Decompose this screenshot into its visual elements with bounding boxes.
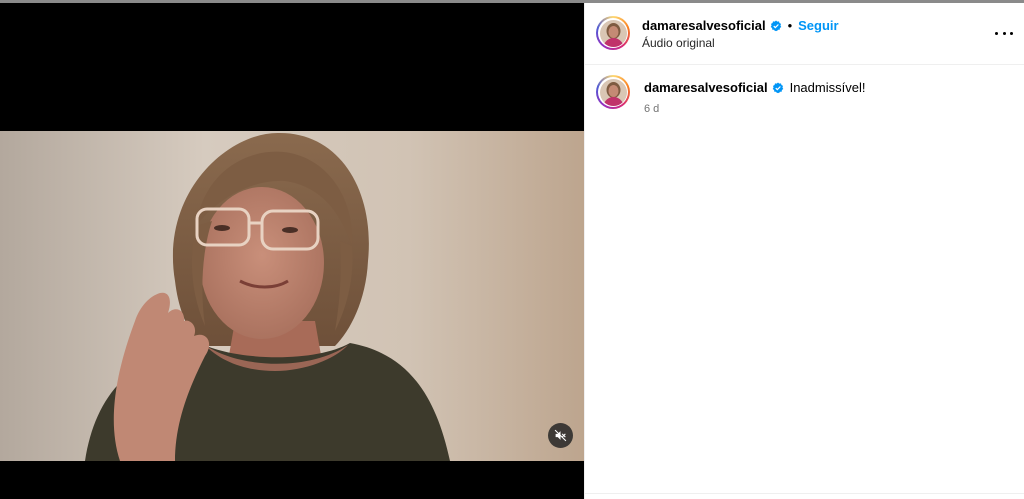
muted-speaker-icon: [554, 429, 567, 442]
post-side-panel: damaresalvesoficial • Seguir Áudio origi…: [584, 3, 1024, 499]
verified-badge-icon: [772, 82, 783, 93]
post-timestamp[interactable]: 6 d: [644, 103, 1004, 115]
caption-text: Inadmissível!: [789, 80, 866, 95]
avatar-photo: [599, 19, 627, 47]
username-link[interactable]: damaresalvesoficial: [642, 18, 766, 33]
avatar-frame: [598, 77, 628, 107]
video-frame-image: [0, 131, 584, 461]
post-header: damaresalvesoficial • Seguir Áudio origi…: [585, 3, 1024, 65]
video-player[interactable]: [0, 131, 584, 461]
header-separator: •: [787, 18, 793, 33]
follow-button[interactable]: Seguir: [798, 18, 838, 33]
mute-toggle-button[interactable]: [548, 423, 573, 448]
avatar-image: [599, 78, 627, 106]
audio-link[interactable]: Áudio original: [642, 36, 839, 50]
more-options-icon: [1010, 31, 1013, 35]
more-options-button[interactable]: [995, 27, 1013, 39]
caption-avatar[interactable]: [596, 75, 630, 109]
avatar-photo: [599, 78, 627, 106]
more-options-icon: [995, 31, 998, 35]
avatar-frame: [598, 18, 628, 48]
caption-content: damaresalvesoficial Inadmissível! 6 d: [644, 80, 1004, 115]
avatar-image: [599, 19, 627, 47]
header-info: damaresalvesoficial • Seguir Áudio origi…: [642, 18, 839, 50]
instagram-post-modal: damaresalvesoficial • Seguir Áudio origi…: [0, 0, 1024, 499]
caption-row: damaresalvesoficial Inadmissível!: [644, 80, 1004, 95]
more-options-icon: [1002, 31, 1006, 35]
header-title-row: damaresalvesoficial • Seguir: [642, 18, 839, 33]
avatar[interactable]: [596, 16, 630, 50]
divider: [585, 493, 1024, 494]
caption-username-link[interactable]: damaresalvesoficial: [644, 80, 768, 95]
verified-badge-icon: [770, 20, 781, 31]
media-pane: [0, 3, 584, 499]
